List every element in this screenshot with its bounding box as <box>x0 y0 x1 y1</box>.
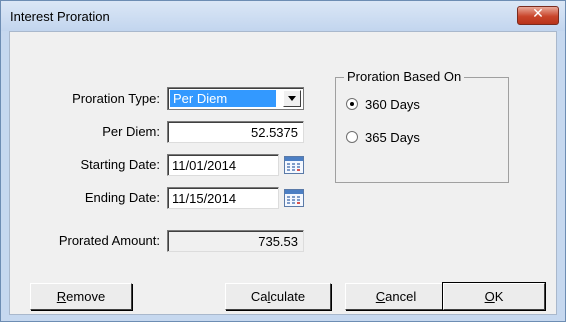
title-bar[interactable]: Interest Proration ✕ <box>1 1 565 31</box>
remove-button[interactable]: Remove <box>30 283 132 310</box>
radio-360-days-button[interactable] <box>346 98 358 110</box>
radio-360-days-label: 360 Days <box>365 97 420 112</box>
ok-button[interactable]: OK <box>442 282 546 311</box>
close-icon: ✕ <box>532 6 544 22</box>
proration-based-on-group: Proration Based On 360 Days 365 Days <box>335 69 509 183</box>
starting-date-label: Starting Date: <box>80 157 161 172</box>
calculate-button[interactable]: Calculate <box>225 283 331 310</box>
window-title: Interest Proration <box>10 9 110 24</box>
ok-label: K <box>494 289 504 304</box>
ending-date-label: Ending Date: <box>84 190 160 205</box>
starting-date-input[interactable]: 11/01/2014 <box>167 154 279 176</box>
remove-label: emove <box>66 289 106 304</box>
group-title: Proration Based On <box>344 69 465 84</box>
calculate-label-start: Ca <box>250 289 268 304</box>
proration-type-label: Proration Type: <box>72 91 160 106</box>
per-diem-label: Per Diem: <box>102 124 160 139</box>
calendar-icon[interactable] <box>284 189 304 207</box>
cancel-mnemonic: C <box>375 289 386 304</box>
dialog-window: Interest Proration ✕ Proration Type: Per… <box>0 0 566 322</box>
cancel-label: ancel <box>385 289 417 304</box>
proration-type-value: Per Diem <box>170 90 276 107</box>
ok-mnemonic: O <box>484 289 495 304</box>
close-button[interactable]: ✕ <box>517 6 559 25</box>
proration-type-select[interactable]: Per Diem <box>167 87 304 110</box>
chevron-down-icon[interactable] <box>283 90 301 107</box>
radio-365-days-label: 365 Days <box>365 130 420 145</box>
dialog-body: Proration Type: Per Diem Per Diem: 52.53… <box>9 31 557 315</box>
prorated-amount-label: Prorated Amount: <box>58 233 160 248</box>
radio-365-days-button[interactable] <box>346 131 358 143</box>
calculate-label-end: culate <box>270 289 306 304</box>
calendar-icon[interactable] <box>284 156 304 174</box>
per-diem-input[interactable]: 52.5375 <box>167 121 304 143</box>
prorated-amount-value: 735.53 <box>167 230 304 252</box>
remove-mnemonic: R <box>56 289 67 304</box>
cancel-button[interactable]: Cancel <box>345 283 447 310</box>
ending-date-input[interactable]: 11/15/2014 <box>167 187 279 209</box>
